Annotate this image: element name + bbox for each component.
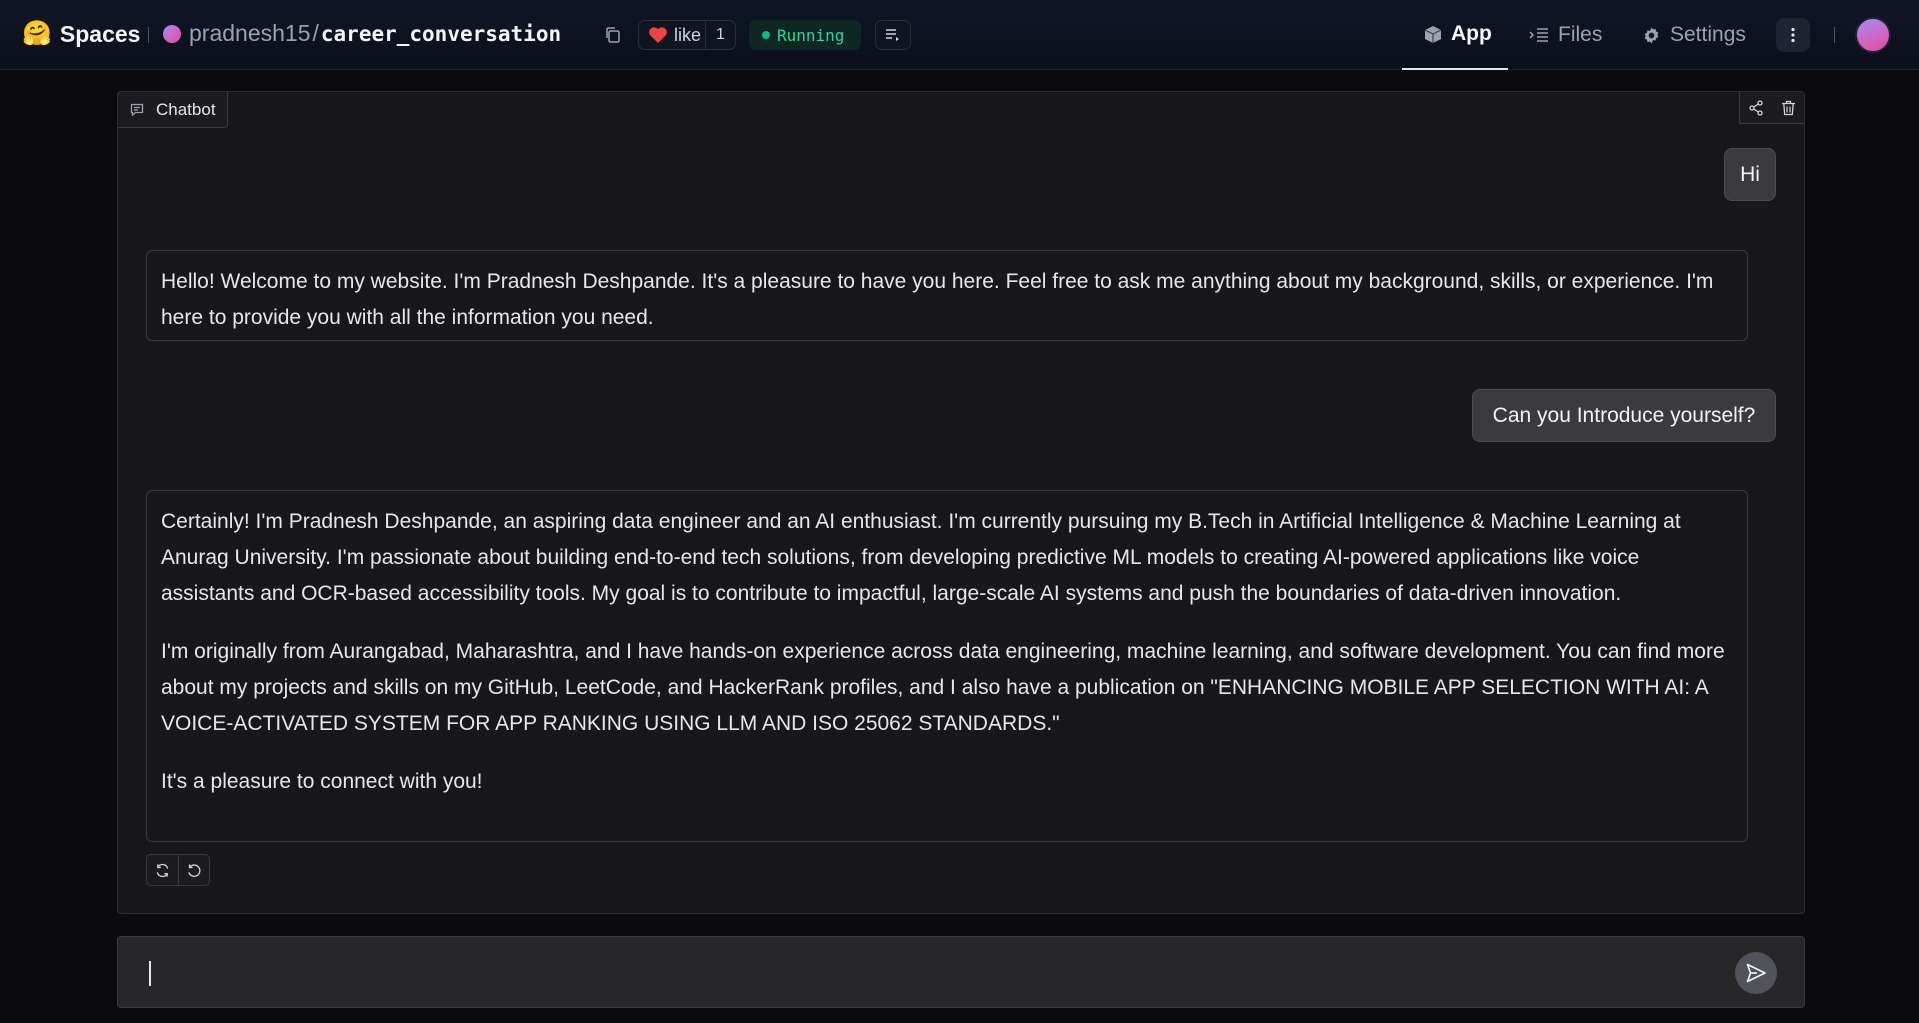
chatbot-label-text: Chatbot [156,99,216,119]
tab-settings-label: Settings [1670,23,1746,46]
copy-icon[interactable] [604,26,622,44]
user-avatar[interactable] [1855,17,1891,53]
assistant-message: Hello! Welcome to my website. I'm Pradne… [146,250,1748,341]
hugging-face-logo-icon: 🤗 [22,20,52,47]
heart-icon [649,27,667,43]
message-input-box [117,936,1805,1008]
tab-app[interactable]: App [1402,0,1508,70]
logs-icon [886,29,899,41]
tab-files[interactable]: Files [1529,0,1602,70]
cube-icon [1424,25,1442,43]
user-message-text: Can you Introduce yourself? [1492,403,1756,427]
tab-files-label: Files [1558,23,1603,46]
like-count[interactable]: 1 [705,21,735,49]
repo-title: pradnesh15 / career_conversation [163,20,561,47]
status-label: Running [777,25,845,45]
text-caret [149,961,151,986]
vertical-dots-icon [1791,27,1795,43]
chatbot-label: Chatbot [118,92,228,128]
chatbot-panel: Chatbot Hi Hello! Welcome to my website.… [117,91,1805,914]
retry-button[interactable] [147,855,178,885]
user-message-text: Hi [1740,162,1760,186]
repo-owner-link[interactable]: pradnesh15 [189,20,311,47]
undo-button[interactable] [178,855,209,885]
assistant-message-paragraph: It's a pleasure to connect with you! [161,770,483,793]
gear-icon [1644,26,1659,44]
tab-app-label: App [1451,22,1492,45]
panel-toolbar [1739,92,1804,124]
top-bar: 🤗 Spaces pradnesh15 / career_conversatio… [0,0,1919,70]
message-input[interactable] [148,953,1708,993]
trash-icon[interactable] [1781,100,1796,116]
assistant-message: Certainly! I'm Pradnesh Deshpande, an as… [146,490,1748,842]
status-dot-icon [762,31,770,39]
repo-separator: / [312,20,319,46]
undo-icon [188,863,201,877]
like-button[interactable]: like 1 [638,20,736,50]
assistant-message-paragraph: I'm originally from Aurangabad, Maharash… [161,640,1725,735]
refresh-icon [156,863,169,877]
message-actions [146,854,210,886]
more-options-button[interactable] [1776,18,1810,52]
chat-icon [130,103,144,116]
divider [1834,27,1835,43]
send-button[interactable] [1735,952,1777,994]
user-message: Can you Introduce yourself? [1472,389,1776,442]
assistant-message-paragraph: Certainly! I'm Pradnesh Deshpande, an as… [161,510,1681,605]
brand-label: Spaces [59,20,141,47]
spaces-home-link[interactable]: 🤗 Spaces [22,19,140,49]
status-badge[interactable]: Running [749,20,861,50]
repo-name-link[interactable]: career_conversation [321,22,561,46]
user-message: Hi [1724,148,1776,201]
like-label: like [674,24,702,45]
send-icon [1746,963,1766,983]
owner-avatar-icon [163,24,181,43]
tab-settings[interactable]: Settings [1642,0,1746,70]
files-icon [1529,28,1548,42]
share-icon[interactable] [1748,99,1764,116]
logs-button[interactable] [875,20,911,50]
assistant-message-paragraph: Hello! Welcome to my website. I'm Pradne… [161,270,1714,329]
divider [148,27,149,43]
